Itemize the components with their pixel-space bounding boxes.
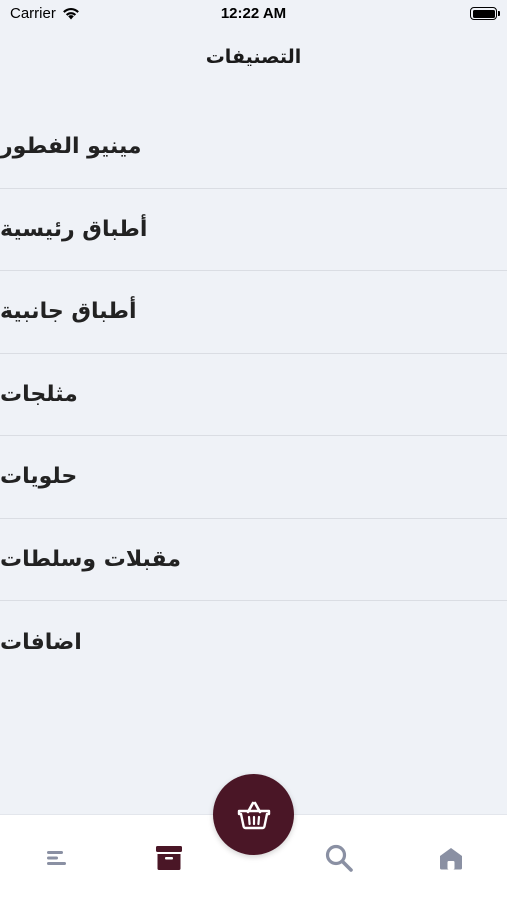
- home-icon: [440, 848, 462, 870]
- basket-button[interactable]: [213, 774, 294, 855]
- category-label: مثلجات: [0, 381, 78, 407]
- search-icon: [325, 844, 353, 872]
- basket-icon: [237, 801, 270, 829]
- category-label: أطباق جانبية: [0, 299, 137, 325]
- category-label: حلويات: [0, 464, 78, 490]
- category-list: مينيو الفطور أطباق رئيسية أطباق جانبية م…: [0, 106, 507, 684]
- status-bar: Carrier 12:22 AM: [0, 0, 507, 28]
- menu-icon: [47, 851, 66, 865]
- category-item-side-dishes[interactable]: أطباق جانبية: [0, 271, 507, 354]
- category-label: مقبلات وسلطات: [0, 546, 181, 572]
- category-label: مينيو الفطور: [0, 134, 142, 160]
- battery-icon: [470, 7, 500, 20]
- tab-orders[interactable]: [152, 841, 186, 875]
- page-title: التصنيفات: [205, 46, 302, 68]
- tab-menu[interactable]: [40, 841, 74, 875]
- category-item-appetizers-salads[interactable]: مقبلات وسلطات: [0, 519, 507, 601]
- tab-search[interactable]: [322, 841, 356, 875]
- tab-home[interactable]: [434, 841, 468, 875]
- category-label: أطباق رئيسية: [0, 216, 148, 242]
- category-item-extras[interactable]: اضافات: [0, 601, 507, 684]
- status-time: 12:22 AM: [220, 5, 287, 22]
- orders-box-icon: [156, 846, 182, 870]
- category-label: اضافات: [0, 629, 82, 655]
- category-item-desserts[interactable]: حلويات: [0, 436, 507, 519]
- category-item-main-dishes[interactable]: أطباق رئيسية: [0, 189, 507, 271]
- category-item-ice-cream[interactable]: مثلجات: [0, 354, 507, 436]
- category-item-breakfast[interactable]: مينيو الفطور: [0, 106, 507, 189]
